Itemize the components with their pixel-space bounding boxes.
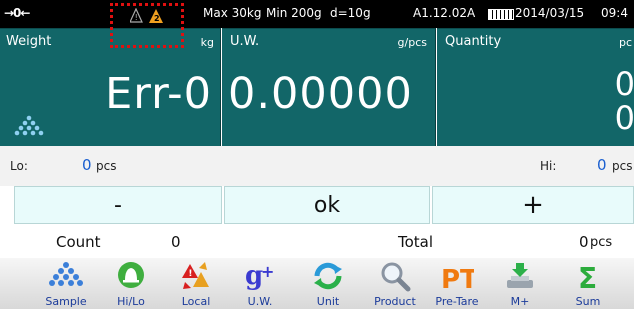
- date: 2014/03/15: [515, 6, 585, 20]
- alert-highlight-box: [110, 3, 184, 48]
- g-plus-icon: g +: [245, 261, 274, 291]
- action-button-row: - ok +: [0, 186, 634, 226]
- hi-lo-button[interactable]: Hi/Lo: [100, 258, 162, 309]
- total-unit: pcs: [590, 235, 613, 250]
- local-label: Local: [181, 295, 211, 308]
- sample-button[interactable]: Sample: [35, 258, 97, 309]
- total-label: Total: [398, 233, 434, 251]
- minus-button[interactable]: -: [14, 186, 222, 224]
- hi-lo-label: Hi/Lo: [117, 295, 145, 308]
- quantity-value: 0: [614, 65, 634, 103]
- lo-unit: pcs: [96, 159, 117, 173]
- warning-triangle-icon: !: [182, 262, 209, 289]
- svg-text:!: !: [188, 269, 192, 279]
- svg-text:Σ: Σ: [578, 262, 597, 292]
- unit-button[interactable]: Unit: [297, 258, 359, 309]
- hi-unit: pcs: [612, 159, 633, 173]
- magnifier-icon: [381, 262, 411, 292]
- zero-indicator: →0←: [4, 6, 30, 20]
- quantity-unit: pc: [618, 36, 632, 49]
- unit-weight-panel: U.W. g/pcs 0.00000: [222, 28, 436, 146]
- unit-weight-label: U.W.: [230, 34, 260, 49]
- unit-weight-value: 0.00000: [228, 69, 413, 119]
- svg-text:PT: PT: [441, 265, 474, 292]
- firmware-version: A1.12.02A: [413, 6, 476, 20]
- stability-pyramid-icon: [14, 115, 44, 136]
- weight-value: Err-0: [105, 69, 212, 119]
- product-label: Product: [374, 295, 416, 308]
- quantity-label: Quantity: [445, 34, 502, 49]
- min-capacity: Min 200g: [266, 6, 322, 20]
- sum-label: Sum: [575, 295, 601, 308]
- quantity-value-secondary: 0: [614, 99, 634, 137]
- time: 09:4: [601, 6, 628, 20]
- unit-weight-tool-label: U.W.: [247, 295, 273, 308]
- count-label: Count: [56, 233, 101, 251]
- local-button[interactable]: ! Local: [165, 258, 227, 309]
- division: d=10g: [330, 6, 371, 20]
- unit-label: Unit: [316, 295, 340, 308]
- bell-icon: [118, 262, 144, 288]
- pt-icon: PT: [441, 265, 474, 292]
- product-button[interactable]: Product: [364, 258, 426, 309]
- scale-plus-icon: [507, 263, 533, 288]
- total-value: 0: [579, 233, 589, 251]
- max-capacity: Max 30kg: [203, 6, 262, 20]
- status-bar: →0← ! 2 Max 30kg Min 200g d=10g A1.12.02…: [0, 0, 634, 28]
- pre-tare-label: Pre-Tare: [435, 295, 479, 308]
- sample-label: Sample: [45, 295, 87, 308]
- limits-row: Lo: 0 pcs Hi: 0 pcs: [0, 146, 634, 186]
- count-row: Count 0 Total 0 pcs: [0, 228, 634, 258]
- unit-weight-unit: g/pcs: [397, 36, 427, 49]
- memory-plus-label: M+: [510, 295, 530, 308]
- sum-button[interactable]: Σ Sum: [557, 258, 619, 309]
- weight-label: Weight: [6, 34, 52, 49]
- quantity-panel: Quantity pc 0 0: [437, 28, 634, 146]
- unit-weight-button[interactable]: g + U.W.: [229, 258, 291, 309]
- sample-pyramid-icon: [49, 262, 83, 286]
- sigma-icon: Σ: [578, 262, 597, 292]
- svg-text:+: +: [261, 262, 274, 281]
- battery-icon: [488, 9, 514, 20]
- function-toolbar: Sample Hi/Lo ! Local g + U.W. Unit Produ…: [0, 258, 634, 309]
- lo-value[interactable]: 0: [82, 156, 92, 174]
- cycle-arrows-icon: [314, 262, 342, 290]
- weight-unit: kg: [200, 36, 214, 49]
- count-value: 0: [171, 233, 181, 251]
- pre-tare-button[interactable]: PT Pre-Tare: [426, 258, 488, 309]
- lo-label: Lo:: [10, 159, 28, 173]
- hi-value[interactable]: 0: [597, 156, 607, 174]
- plus-button[interactable]: +: [432, 186, 634, 224]
- ok-button[interactable]: ok: [224, 186, 430, 224]
- hi-label: Hi:: [540, 159, 557, 173]
- memory-plus-button[interactable]: M+: [489, 258, 551, 309]
